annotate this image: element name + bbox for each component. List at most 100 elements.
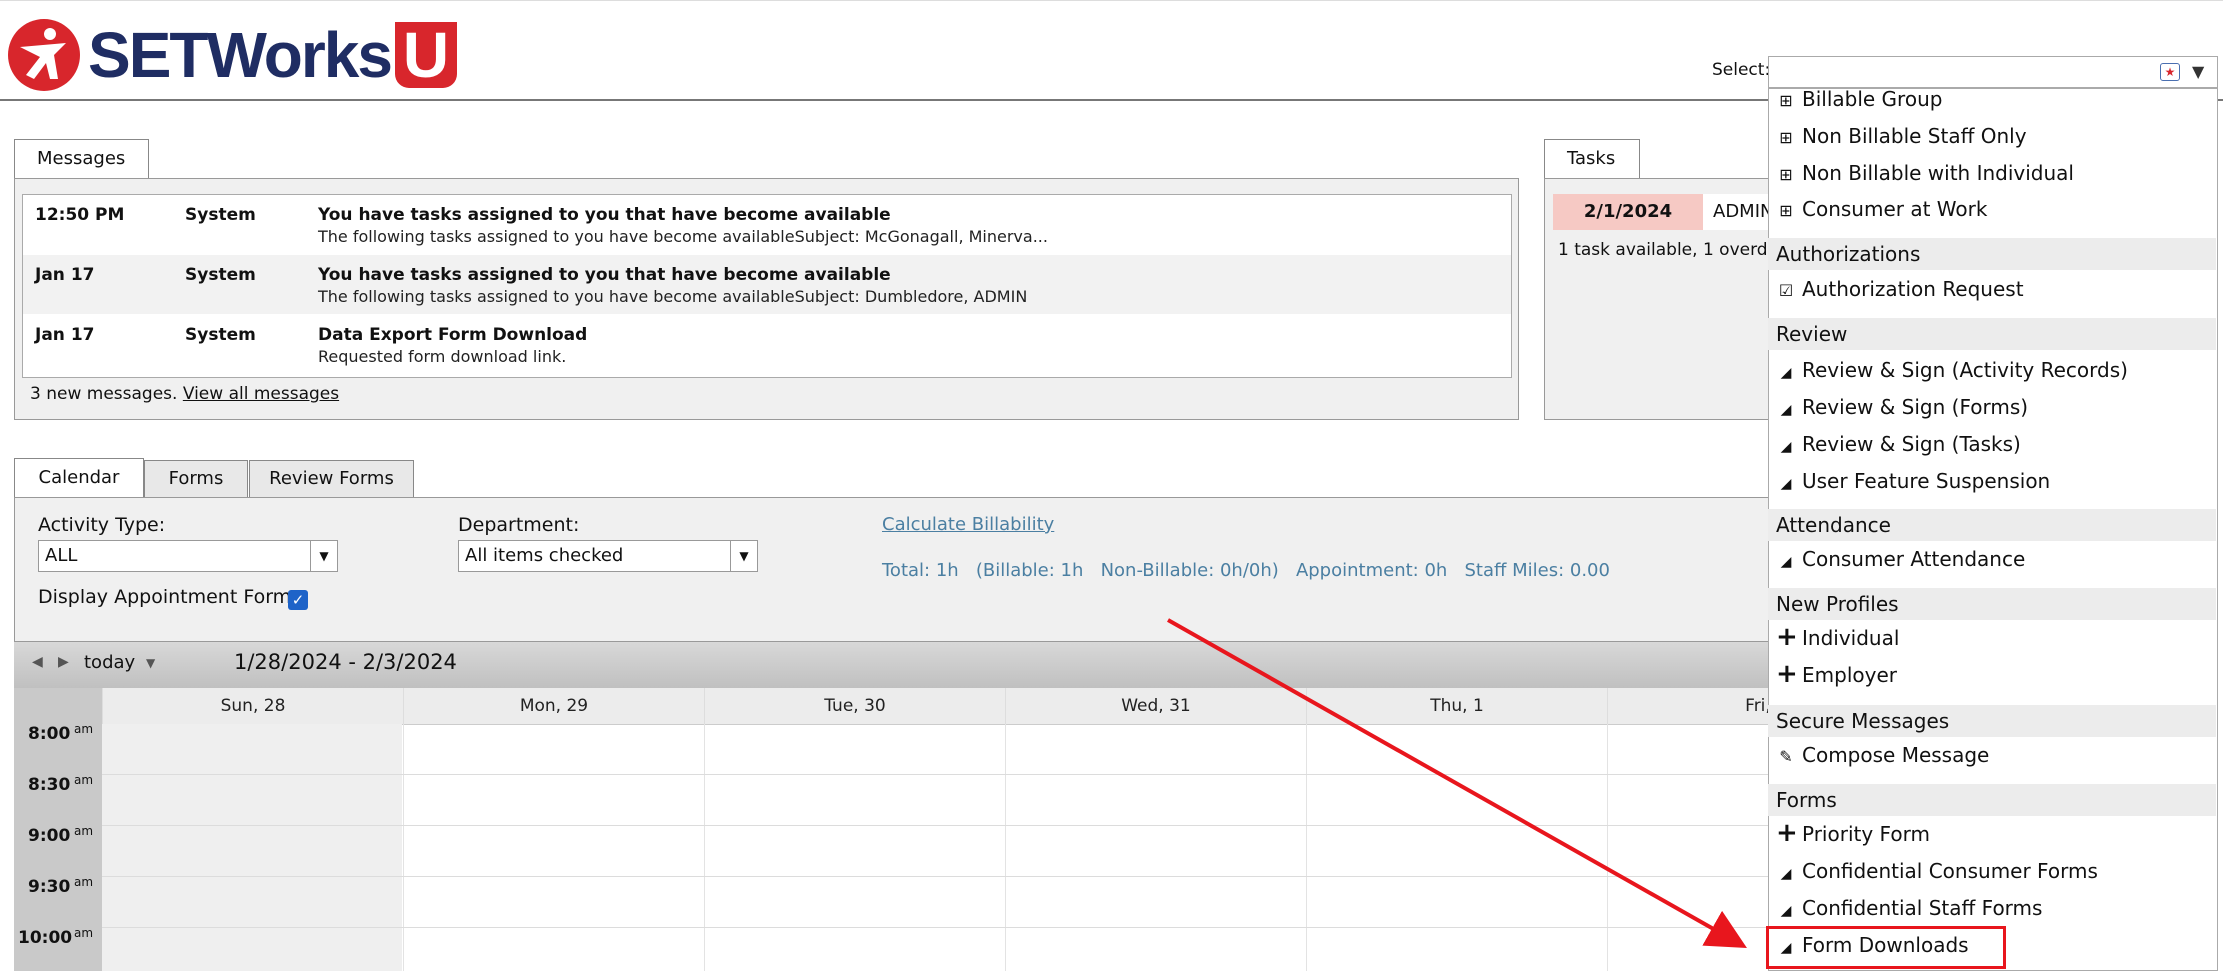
- select-dropdown[interactable]: [1768, 56, 2218, 88]
- triangle-icon: ◢: [1780, 866, 1792, 882]
- menu-section-forms: Forms: [1768, 784, 2216, 816]
- form-add-icon: ⊞: [1779, 91, 1793, 110]
- tab-calendar[interactable]: Calendar: [14, 458, 144, 499]
- message-from: System: [185, 205, 256, 225]
- time-value: 9:30: [28, 877, 71, 897]
- activity-type-value: ALL: [45, 545, 78, 566]
- menu-item-label: Non Billable with Individual: [1802, 161, 2074, 185]
- chevron-down-icon[interactable]: ▼: [146, 656, 155, 670]
- messages-list: 12:50 PM System You have tasks assigned …: [22, 194, 1512, 378]
- menu-item-consumer-attendance[interactable]: ◢ Consumer Attendance: [1776, 547, 2026, 571]
- menu-item-review-sign-tasks[interactable]: ◢ Review & Sign (Tasks): [1776, 432, 2021, 456]
- menu-section-attendance: Attendance: [1768, 509, 2216, 541]
- chevron-down-icon[interactable]: ▼: [730, 541, 757, 571]
- menu-item-label: Confidential Consumer Forms: [1802, 859, 2098, 883]
- compose-icon: ✎: [1779, 747, 1793, 766]
- grid-divider: [1005, 724, 1006, 971]
- tab-review-forms[interactable]: Review Forms: [249, 460, 414, 500]
- menu-section-secure-messages: Secure Messages: [1768, 705, 2216, 737]
- chevron-right-icon[interactable]: ▶: [58, 654, 69, 670]
- menu-item-non-billable-staff[interactable]: ⊞ Non Billable Staff Only: [1776, 124, 2027, 148]
- tab-forms[interactable]: Forms: [144, 460, 248, 500]
- activity-type-select[interactable]: ALL ▼: [38, 540, 338, 572]
- plus-icon: +: [1776, 659, 1798, 689]
- time-label: 8:30 am: [28, 773, 93, 795]
- menu-section-review: Review: [1768, 318, 2216, 350]
- am-label: am: [74, 875, 94, 889]
- menu-item-compose-message[interactable]: ✎ Compose Message: [1776, 743, 1989, 767]
- menu-item-label: Authorization Request: [1802, 277, 2024, 301]
- menu-item-review-sign-forms[interactable]: ◢ Review & Sign (Forms): [1776, 395, 2028, 419]
- menu-item-employer[interactable]: + Employer: [1776, 659, 1897, 689]
- menu-item-individual[interactable]: + Individual: [1776, 624, 1899, 650]
- flag-icon: ★: [2160, 63, 2180, 81]
- day-header: Mon, 29: [403, 688, 704, 724]
- logo-text: SETWorks: [88, 19, 393, 91]
- billing-summary: Total: 1h (Billable: 1h Non-Billable: 0h…: [882, 560, 1610, 581]
- menu-item-user-feature-suspension[interactable]: ◢ User Feature Suspension: [1776, 469, 2051, 493]
- menu-item-confidential-staff-forms[interactable]: ◢ Confidential Staff Forms: [1776, 896, 2043, 920]
- message-row[interactable]: Jan 17 System Data Export Form Download …: [23, 315, 1511, 374]
- triangle-icon: ◢: [1780, 476, 1792, 492]
- grid-row-line: [102, 876, 1774, 877]
- task-date[interactable]: 2/1/2024: [1553, 194, 1703, 230]
- chevron-down-icon[interactable]: ▼: [2192, 62, 2204, 81]
- message-from: System: [185, 265, 256, 285]
- menu-item-confidential-consumer-forms[interactable]: ◢ Confidential Consumer Forms: [1776, 859, 2098, 883]
- form-add-icon: ⊞: [1779, 201, 1793, 220]
- grid-row-line: [102, 927, 1774, 928]
- time-label: 9:30 am: [28, 875, 93, 897]
- menu-item-priority-form[interactable]: + Priority Form: [1776, 818, 1930, 848]
- logo-u: U: [394, 22, 458, 88]
- checkbox-checked-icon: ☑: [1778, 281, 1794, 300]
- time-label: 9:00 am: [28, 824, 93, 846]
- department-select[interactable]: All items checked ▼: [458, 540, 758, 572]
- plus-icon: +: [1776, 818, 1798, 848]
- chevron-down-icon[interactable]: ▼: [310, 541, 337, 571]
- menu-section-authorizations: Authorizations: [1768, 238, 2216, 270]
- calculate-billability-link[interactable]: Calculate Billability: [882, 514, 1054, 535]
- menu-item-review-sign-activity[interactable]: ◢ Review & Sign (Activity Records): [1776, 358, 2128, 382]
- message-from: System: [185, 325, 256, 345]
- menu-item-label: Compose Message: [1802, 743, 1990, 767]
- chevron-left-icon[interactable]: ◀: [32, 654, 43, 670]
- message-row[interactable]: 12:50 PM System You have tasks assigned …: [23, 195, 1511, 254]
- triangle-icon: ◢: [1780, 903, 1792, 919]
- time-value: 8:00: [28, 724, 71, 744]
- message-body: The following tasks assigned to you have…: [318, 287, 1028, 306]
- menu-item-non-billable-individual[interactable]: ⊞ Non Billable with Individual: [1776, 161, 2074, 185]
- person-logo-icon: [8, 19, 80, 91]
- department-label: Department:: [458, 514, 580, 536]
- triangle-icon: ◢: [1780, 554, 1792, 570]
- grid-row-line: [102, 774, 1774, 775]
- day-header: Thu, 1: [1306, 688, 1607, 724]
- am-label: am: [74, 926, 94, 940]
- am-label: am: [74, 824, 94, 838]
- sunday-column[interactable]: [102, 724, 402, 971]
- view-all-messages-link[interactable]: View all messages: [183, 384, 339, 404]
- menu-item-label: User Feature Suspension: [1802, 469, 2051, 493]
- menu-item-label: Consumer at Work: [1802, 197, 1988, 221]
- tab-messages[interactable]: Messages: [14, 139, 149, 179]
- am-label: am: [74, 722, 94, 736]
- display-appointment-forms-label: Display Appointment Forms:: [38, 586, 308, 608]
- display-appointment-forms-checkbox[interactable]: ✓: [288, 590, 308, 610]
- setworks-logo[interactable]: SETWorks U: [6, 16, 458, 94]
- message-subject: Data Export Form Download: [318, 325, 588, 345]
- message-body: Requested form download link.: [318, 347, 567, 366]
- grid-divider: [1607, 724, 1608, 971]
- triangle-icon: ◢: [1780, 439, 1792, 455]
- grid-divider: [704, 724, 705, 971]
- message-row[interactable]: Jan 17 System You have tasks assigned to…: [23, 255, 1511, 314]
- today-button[interactable]: today: [84, 652, 135, 673]
- tab-tasks[interactable]: Tasks: [1544, 139, 1640, 179]
- menu-item-label: Non Billable Staff Only: [1802, 124, 2027, 148]
- task-assignee[interactable]: ADMIN: [1703, 194, 1773, 230]
- grid-row-line: [102, 825, 1774, 826]
- time-value: 9:00: [28, 826, 71, 846]
- am-label: am: [74, 773, 94, 787]
- menu-item-billable-group[interactable]: ⊞ Billable Group: [1776, 87, 1942, 111]
- messages-footer: 3 new messages. View all messages: [30, 384, 339, 404]
- menu-item-consumer-at-work[interactable]: ⊞ Consumer at Work: [1776, 197, 1987, 221]
- menu-item-authorization-request[interactable]: ☑ Authorization Request: [1776, 277, 2024, 301]
